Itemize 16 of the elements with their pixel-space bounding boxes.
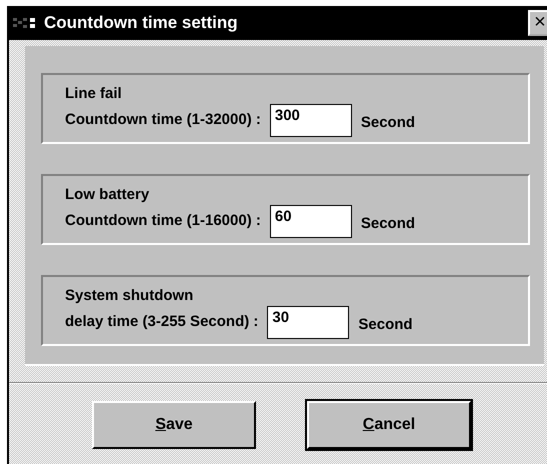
unit-label: Second <box>360 214 416 234</box>
group-title: Low battery <box>65 185 150 205</box>
dialog-button[interactable]: Save <box>92 401 256 449</box>
input-field[interactable]: 30 <box>267 306 350 338</box>
window-title: Countdown time setting <box>44 12 238 34</box>
dialog-button[interactable]: Cancel <box>307 401 471 449</box>
unit-label: Second <box>360 112 416 133</box>
field-label: delay time (3-255 Second) : <box>65 312 258 332</box>
unit-label: Second <box>358 314 413 335</box>
field-label: Countdown time (1-32000) : <box>65 110 261 130</box>
close-button[interactable]: × <box>528 10 547 36</box>
group-title: Line fail <box>65 84 122 104</box>
field-label: Countdown time (1-16000) : <box>65 210 261 231</box>
group-title: System shutdown <box>65 286 194 306</box>
input-field[interactable]: 60 <box>270 204 352 238</box>
input-field[interactable]: 300 <box>270 104 352 136</box>
